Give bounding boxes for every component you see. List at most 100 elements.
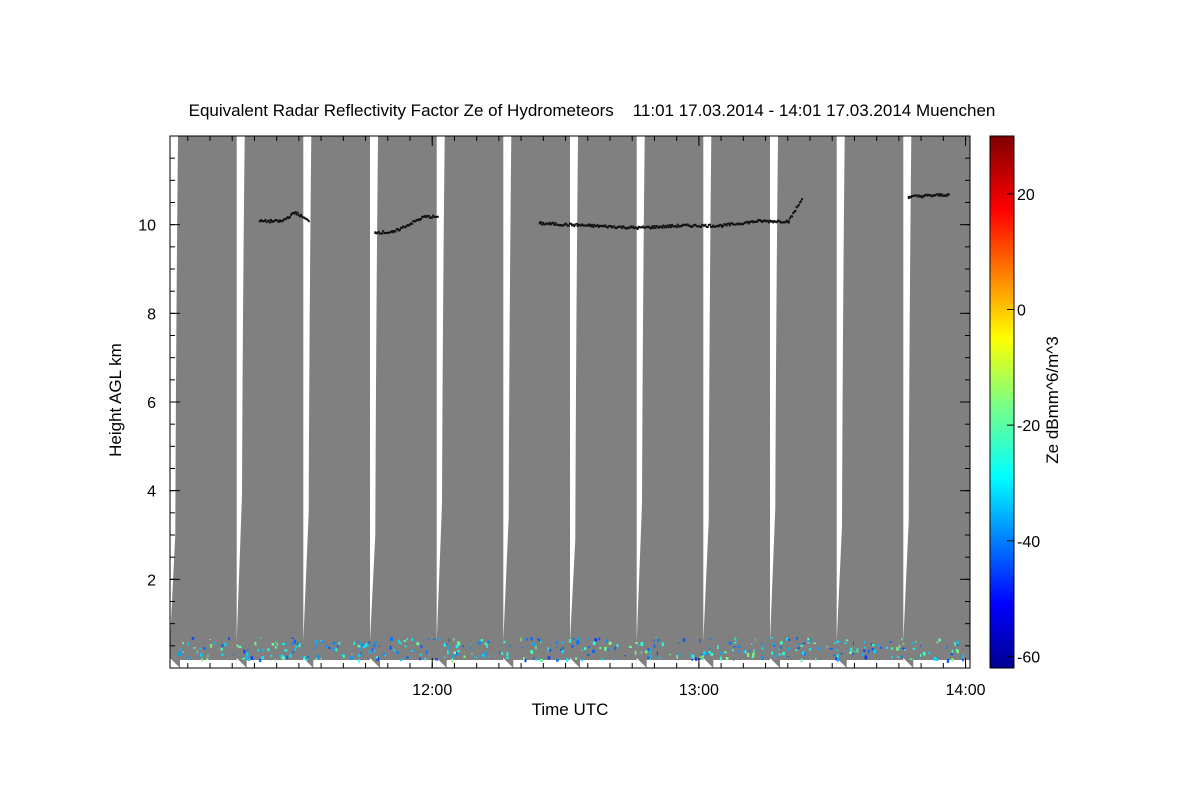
cirrus-echo-point xyxy=(268,221,271,224)
surface-echo-point xyxy=(535,645,537,650)
surface-echo-point xyxy=(836,658,839,662)
cirrus-echo-point xyxy=(264,219,267,221)
surface-echo-point xyxy=(815,657,817,661)
surface-echo-point xyxy=(897,647,899,650)
surface-echo-point xyxy=(677,642,680,644)
surface-echo-point xyxy=(537,638,540,641)
surface-echo-point xyxy=(298,643,301,648)
surface-echo-point xyxy=(962,658,964,662)
surface-echo-point xyxy=(375,656,378,659)
cirrus-echo-point xyxy=(300,213,302,216)
surface-echo-point xyxy=(864,655,868,660)
surface-echo-point xyxy=(634,650,637,655)
surface-echo-point xyxy=(656,651,658,656)
surface-echo-point xyxy=(462,645,464,647)
surface-echo-point xyxy=(780,641,783,645)
surface-echo-point xyxy=(588,637,590,640)
surface-echo-point xyxy=(404,645,407,648)
surface-echo-point xyxy=(556,658,559,662)
surface-echo-point xyxy=(419,657,421,661)
surface-echo-point xyxy=(360,652,362,655)
colorbar-tick-label: -60 xyxy=(1017,649,1040,666)
surface-echo-point xyxy=(213,642,215,645)
surface-echo-point xyxy=(922,651,925,655)
surface-echo-point xyxy=(393,649,396,652)
surface-echo-point xyxy=(885,646,889,649)
surface-echo-point xyxy=(661,642,664,647)
surface-echo-point xyxy=(435,658,439,661)
surface-echo-point xyxy=(328,647,331,649)
surface-echo-point xyxy=(487,640,490,643)
surface-echo-point xyxy=(358,659,360,663)
surface-echo-point xyxy=(443,643,446,647)
surface-echo-point xyxy=(584,647,587,650)
surface-echo-point xyxy=(259,650,261,652)
surface-echo-point xyxy=(641,651,643,654)
surface-echo-point xyxy=(844,642,847,644)
x-tick-label: 14:00 xyxy=(946,682,986,699)
surface-echo-point xyxy=(682,638,686,642)
surface-echo-point xyxy=(807,637,810,641)
surface-echo-point xyxy=(426,650,428,655)
cirrus-echo-point xyxy=(394,230,397,233)
surface-echo-point xyxy=(933,656,937,661)
surface-echo-point xyxy=(275,645,277,649)
surface-echo-point xyxy=(592,649,595,653)
surface-echo-point xyxy=(452,654,455,659)
y-axis-label: Height AGL km xyxy=(106,343,125,457)
surface-echo-point xyxy=(778,648,780,650)
surface-echo-point xyxy=(413,648,415,652)
surface-echo-point xyxy=(786,655,790,657)
surface-echo-point xyxy=(708,647,711,650)
surface-echo-point xyxy=(868,649,870,654)
surface-echo-point xyxy=(257,649,259,652)
surface-echo-point xyxy=(243,649,246,654)
surface-echo-point xyxy=(586,654,590,656)
surface-echo-point xyxy=(771,651,774,655)
y-tick-label: 8 xyxy=(147,306,156,323)
cirrus-echo-point xyxy=(281,220,284,223)
surface-echo-point xyxy=(307,655,310,659)
surface-echo-point xyxy=(399,659,403,662)
cirrus-echo-point xyxy=(746,220,749,223)
y-tick-label: 2 xyxy=(147,572,156,589)
cirrus-echo-point xyxy=(411,222,414,225)
surface-echo-point xyxy=(295,645,297,649)
surface-echo-point xyxy=(762,644,764,646)
surface-echo-point xyxy=(424,657,426,661)
cirrus-echo-point xyxy=(788,217,791,220)
surface-echo-point xyxy=(918,657,920,659)
surface-echo-point xyxy=(187,642,189,646)
surface-echo-point xyxy=(575,657,578,660)
surface-echo-point xyxy=(292,651,295,654)
surface-echo-point xyxy=(946,645,948,650)
surface-strip-5 xyxy=(446,660,504,668)
surface-echo-point xyxy=(306,659,308,662)
surface-echo-point xyxy=(286,642,288,645)
surface-echo-point xyxy=(691,659,693,661)
surface-echo-point xyxy=(549,649,552,652)
surface-echo-point xyxy=(403,640,407,642)
surface-echo-point xyxy=(561,650,565,654)
surface-echo-point xyxy=(832,655,836,657)
surface-echo-point xyxy=(444,656,446,658)
surface-echo-point xyxy=(774,654,778,658)
cirrus-echo-point xyxy=(613,225,616,228)
surface-strip-8 xyxy=(646,660,704,668)
cirrus-echo-point xyxy=(661,226,664,229)
surface-echo-point xyxy=(398,639,400,644)
cirrus-echo-point xyxy=(708,223,711,226)
surface-echo-point xyxy=(612,658,615,661)
surface-echo-point xyxy=(751,656,754,659)
surface-echo-point xyxy=(453,638,455,642)
surface-echo-point xyxy=(484,642,487,645)
surface-echo-point xyxy=(614,646,617,651)
surface-echo-point xyxy=(737,645,741,649)
cirrus-echo-point xyxy=(650,227,652,230)
surface-echo-point xyxy=(457,641,460,645)
surface-echo-point xyxy=(501,652,504,655)
surface-echo-point xyxy=(224,642,227,647)
cirrus-echo-point xyxy=(652,227,655,229)
surface-echo-point xyxy=(606,648,609,651)
surface-echo-point xyxy=(334,647,336,652)
